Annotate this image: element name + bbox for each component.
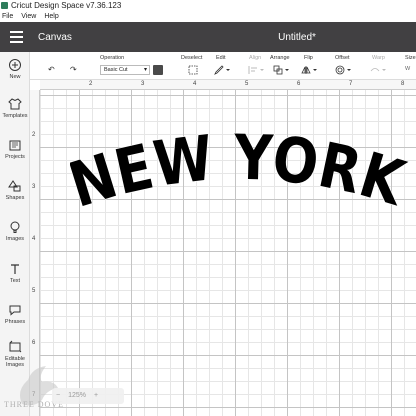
edit-pen-icon[interactable] — [214, 65, 230, 75]
sidebar-item-text[interactable]: Text — [0, 262, 30, 284]
ruler-tick-label: 2 — [89, 81, 93, 87]
plus-circle-icon — [9, 59, 21, 71]
arched-text: NEW YORK — [70, 130, 410, 222]
offset-icon[interactable] — [335, 65, 351, 75]
ruler-tick-label: 5 — [245, 81, 249, 87]
arrange-label: Arrange — [270, 55, 290, 61]
size-width-label: W — [405, 66, 411, 72]
size-label: Size — [405, 55, 416, 61]
speech-bubble-icon — [9, 305, 21, 316]
ruler-tick-label: 6 — [297, 81, 301, 87]
window-title: Cricut Design Space v7.36.123 — [11, 1, 122, 10]
sidebar-item-label: Phrases — [4, 319, 26, 325]
operation-label: Operation — [100, 55, 125, 61]
zoom-control: − 125% + — [52, 388, 124, 404]
folder-icon — [9, 140, 21, 151]
app-header: Canvas Untitled* — [0, 22, 416, 52]
zoom-out-icon[interactable]: − — [56, 388, 60, 404]
operation-select[interactable]: Basic Cut — [100, 65, 150, 75]
arrange-icon[interactable] — [273, 65, 289, 75]
sidebar-item-projects[interactable]: Projects — [0, 138, 30, 160]
document-title: Untitled* — [278, 31, 316, 43]
menu-file[interactable]: File — [2, 11, 13, 22]
sidebar-item-images[interactable]: Images — [0, 220, 30, 242]
undo-icon[interactable]: ↶ — [48, 65, 55, 75]
align-label: Align — [249, 55, 262, 61]
app-icon — [1, 2, 8, 9]
ruler-tick-label: 7 — [349, 81, 353, 87]
sidebar-item-phrases[interactable]: Phrases — [0, 303, 30, 325]
sidebar-item-label: Projects — [5, 154, 25, 160]
offset-label: Offset — [335, 55, 350, 61]
deselect-icon[interactable] — [188, 65, 198, 75]
ruler-tick-label: 5 — [32, 288, 36, 294]
ruler-tick-label: 8 — [401, 81, 405, 87]
ruler-tick-label: 3 — [141, 81, 145, 87]
zoom-value: 125% — [68, 392, 86, 399]
color-swatch[interactable] — [153, 65, 163, 75]
sidebar-item-shapes[interactable]: Shapes — [0, 179, 30, 201]
new-york-text-design[interactable]: NEW YORK — [70, 130, 410, 230]
align-icon — [248, 66, 264, 74]
sidebar-item-new[interactable]: New — [0, 58, 30, 80]
ruler-tick-label: 4 — [32, 236, 36, 242]
sidebar-item-label: Images — [5, 236, 25, 242]
window-titlebar: Cricut Design Space v7.36.123 — [0, 0, 416, 11]
deselect-label: Deselect — [181, 55, 203, 61]
lightbulb-icon — [10, 221, 20, 233]
sidebar-item-templates[interactable]: Templates — [0, 97, 30, 119]
menu-bar: File View Help — [0, 11, 416, 22]
warp-label: Warp — [372, 55, 385, 61]
ruler-tick-label: 2 — [32, 132, 36, 138]
sidebar-item-label: New — [9, 74, 21, 80]
flip-label: Flip — [304, 55, 313, 61]
menu-help[interactable]: Help — [44, 11, 58, 22]
flip-icon[interactable] — [301, 65, 317, 75]
design-canvas[interactable]: 2 3 4 5 6 7 8 2 3 4 5 6 7 NEW YORK — [30, 80, 416, 416]
text-icon — [11, 264, 19, 274]
ruler-tick-label: 4 — [193, 81, 197, 87]
sidebar-item-label: Templates — [2, 113, 28, 119]
edit-toolbar: ↶ ↷ Operation Basic Cut Deselect Edit Al… — [30, 52, 416, 80]
sidebar-item-label: Text — [9, 278, 21, 284]
warp-icon — [370, 68, 386, 72]
ruler-tick-label: 6 — [32, 340, 36, 346]
shapes-icon — [8, 180, 21, 192]
shirt-icon — [8, 98, 22, 110]
sidebar-item-label: Shapes — [5, 195, 25, 201]
edit-label: Edit — [216, 55, 226, 61]
editable-images-icon — [9, 340, 22, 353]
menu-view[interactable]: View — [21, 11, 36, 22]
ruler-top: 2 3 4 5 6 7 8 — [40, 80, 416, 90]
ruler-tick-label: 3 — [32, 184, 36, 190]
redo-icon[interactable]: ↷ — [70, 65, 77, 75]
zoom-in-icon[interactable]: + — [94, 388, 98, 404]
arched-text-path: NEW YORK — [70, 130, 410, 222]
